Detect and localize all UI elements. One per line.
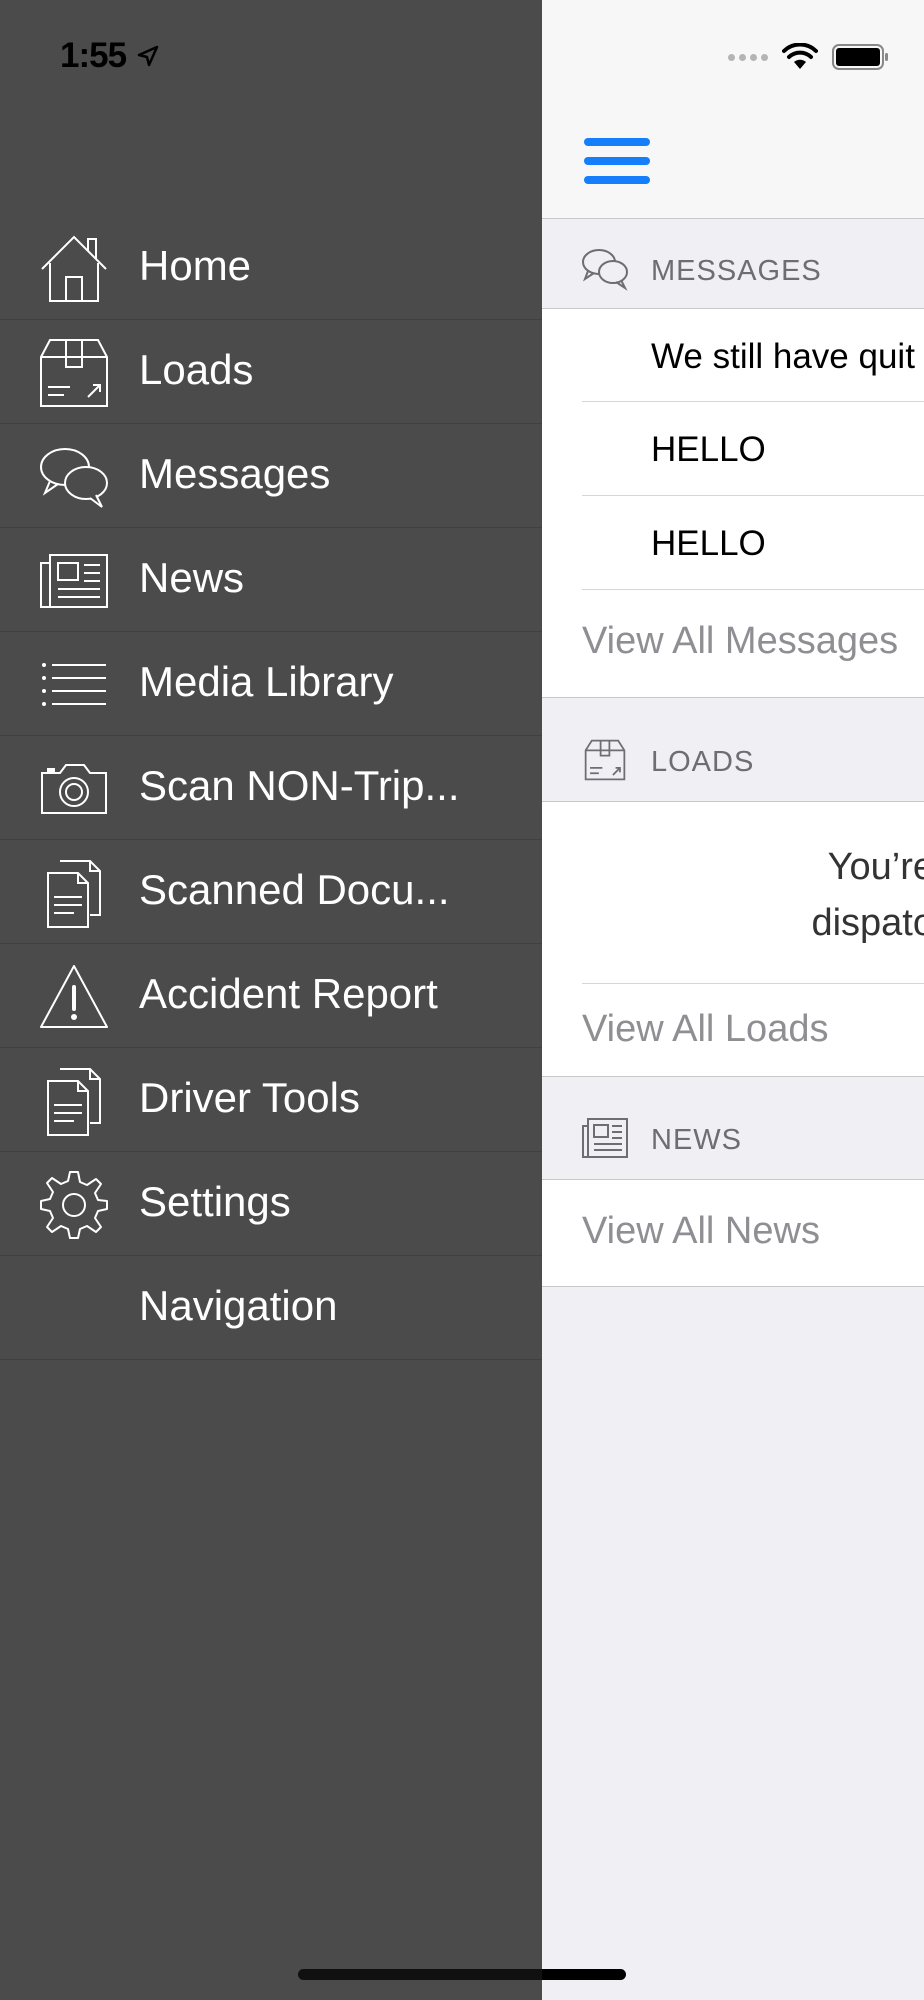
box-icon bbox=[584, 739, 626, 781]
news-header-label: NEWS bbox=[651, 1124, 742, 1156]
view-all-messages-link[interactable]: View All Messages bbox=[582, 620, 898, 663]
drawer-item-label: Navigation bbox=[139, 1282, 338, 1329]
documents-icon bbox=[47, 1068, 101, 1136]
drawer-item-label: Scan NON-Trip... bbox=[139, 762, 460, 809]
newspaper-icon bbox=[582, 1118, 628, 1158]
home-icon bbox=[41, 235, 107, 302]
drawer-item-label: Scanned Docu... bbox=[139, 866, 450, 913]
battery-icon bbox=[832, 44, 888, 70]
message-row[interactable]: HELLO bbox=[542, 402, 924, 496]
messages-card: We still have quit HELLO HELLO View All … bbox=[542, 308, 924, 698]
newspaper-icon bbox=[40, 554, 108, 608]
drawer-item-media-library[interactable]: Media Library bbox=[0, 632, 542, 736]
wifi-icon bbox=[782, 43, 818, 69]
view-all-news-link[interactable]: View All News bbox=[582, 1210, 820, 1253]
loads-card: You’re dispato View All Loads bbox=[542, 801, 924, 1077]
side-drawer: 1:55 Home Loads Messages News Media Libr… bbox=[0, 0, 542, 2000]
drawer-item-label: Media Library bbox=[139, 658, 394, 705]
news-section-header: NEWS bbox=[542, 1088, 924, 1180]
status-indicators bbox=[728, 40, 890, 74]
view-all-loads-link[interactable]: View All Loads bbox=[582, 1008, 828, 1051]
hamburger-menu-button[interactable] bbox=[584, 138, 650, 188]
home-indicator bbox=[542, 1969, 626, 1980]
view-all-messages-row[interactable]: View All Messages bbox=[542, 590, 924, 696]
messages-section-header: MESSAGES bbox=[542, 219, 924, 311]
drawer-item-accident-report[interactable]: Accident Report bbox=[0, 944, 542, 1048]
message-preview: HELLO bbox=[651, 430, 766, 469]
view-all-news-row[interactable]: View All News bbox=[542, 1180, 924, 1286]
loads-empty-message: You’re dispato bbox=[811, 846, 924, 944]
drawer-item-news[interactable]: News bbox=[0, 528, 542, 632]
drawer-item-scanned-documents[interactable]: Scanned Docu... bbox=[0, 840, 542, 944]
message-preview: HELLO bbox=[651, 524, 766, 563]
loads-header-label: LOADS bbox=[651, 746, 755, 778]
loads-section-header: LOADS bbox=[542, 710, 924, 802]
drawer-item-label: Settings bbox=[139, 1178, 291, 1225]
drawer-item-loads[interactable]: Loads bbox=[0, 320, 542, 424]
cellular-signal-icon bbox=[728, 53, 768, 61]
documents-icon bbox=[47, 860, 101, 928]
location-arrow-icon bbox=[137, 45, 159, 67]
main-content: MESSAGES We still have quit HELLO HELLO … bbox=[542, 0, 924, 2000]
message-row[interactable]: HELLO bbox=[542, 496, 924, 590]
drawer-item-label: Driver Tools bbox=[139, 1074, 360, 1121]
list-icon bbox=[42, 663, 106, 706]
drawer-item-label: Home bbox=[139, 242, 252, 289]
navigation-bar bbox=[542, 0, 924, 219]
drawer-item-label: News bbox=[139, 554, 245, 601]
chat-bubbles-icon bbox=[582, 249, 628, 291]
drawer-item-navigation[interactable]: Navigation bbox=[0, 1256, 542, 1360]
drawer-item-messages[interactable]: Messages bbox=[0, 424, 542, 528]
news-card: View All News bbox=[542, 1179, 924, 1287]
warning-icon bbox=[40, 965, 108, 1028]
view-all-loads-row[interactable]: View All Loads bbox=[542, 984, 924, 1076]
drawer-item-label: Messages bbox=[139, 450, 331, 497]
home-indicator bbox=[298, 1969, 542, 1980]
box-icon bbox=[40, 339, 108, 407]
gear-icon bbox=[40, 1171, 108, 1239]
status-bar-time: 1:55 bbox=[60, 36, 160, 76]
messages-header-label: MESSAGES bbox=[651, 255, 822, 287]
clock-text: 1:55 bbox=[60, 36, 127, 75]
drawer-item-label: Loads bbox=[139, 346, 254, 393]
camera-icon bbox=[41, 764, 107, 814]
drawer-item-label: Accident Report bbox=[139, 970, 438, 1017]
message-preview: We still have quit bbox=[651, 337, 915, 376]
drawer-item-settings[interactable]: Settings bbox=[0, 1152, 542, 1256]
drawer-item-driver-tools[interactable]: Driver Tools bbox=[0, 1048, 542, 1152]
message-row[interactable]: We still have quit bbox=[542, 309, 924, 402]
loads-empty-row: You’re dispato bbox=[542, 802, 924, 984]
drawer-item-scan-non-trip[interactable]: Scan NON-Trip... bbox=[0, 736, 542, 840]
drawer-menu-list: Home Loads Messages News Media Library S… bbox=[0, 216, 542, 1360]
drawer-item-home[interactable]: Home bbox=[0, 216, 542, 320]
chat-bubbles-icon bbox=[40, 448, 108, 508]
